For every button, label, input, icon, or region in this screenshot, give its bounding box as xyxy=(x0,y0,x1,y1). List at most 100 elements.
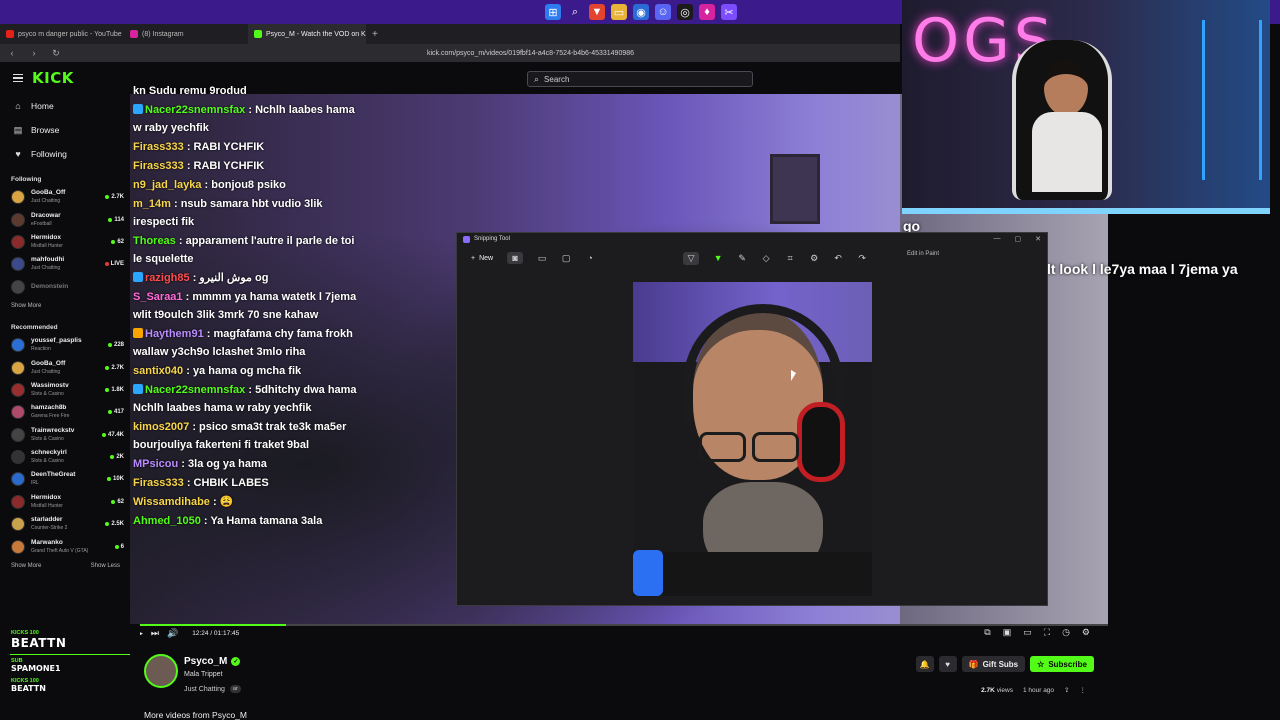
crop-icon[interactable]: ⌗ xyxy=(785,253,795,264)
reload-icon[interactable]: ↻ xyxy=(50,48,62,59)
tab-youtube[interactable]: psyco m danger public - YouTube xyxy=(0,24,124,44)
sidebar-channel[interactable]: DeenTheGreat IRL 10K xyxy=(0,468,130,490)
kick-logo[interactable]: KICK xyxy=(32,69,74,87)
theater-icon[interactable]: ▣ xyxy=(1003,627,1012,638)
chat-username[interactable]: Thoreas xyxy=(133,235,176,247)
show-more-button[interactable]: Show More xyxy=(11,303,41,309)
highlighter-icon[interactable]: ▼ xyxy=(713,253,723,263)
new-tab-icon[interactable]: + xyxy=(366,29,384,40)
sidebar-channel[interactable]: Trainwreckstv Slots & Casino 47.4K xyxy=(0,424,130,446)
sidebar-channel[interactable]: Wassimostv Slots & Casino 1.8K xyxy=(0,379,130,401)
ballpoint-pen-icon[interactable]: ▽ xyxy=(683,251,700,265)
show-more-button-2[interactable]: Show More xyxy=(11,563,41,569)
delay-icon[interactable]: ◔ xyxy=(585,253,595,263)
app-icon[interactable]: ♦ xyxy=(699,4,715,20)
chat-message: Firass333 : RABI YCHFIK xyxy=(133,157,361,176)
sidebar-channel[interactable]: mahfoudhi Just Chatting LIVE xyxy=(0,253,130,275)
menu-icon[interactable] xyxy=(13,73,23,83)
chat-username[interactable]: Nacer22snemnsfax xyxy=(145,104,245,116)
sidebar-channel[interactable]: Marwanko Grand Theft Auto V (GTA) 6 xyxy=(0,535,130,557)
chat-username[interactable]: n9_jad_layka xyxy=(133,179,202,191)
gift-subs-button[interactable]: 🎁 Gift Subs xyxy=(961,656,1026,672)
close-icon[interactable]: ✕ xyxy=(1035,235,1041,243)
discord-icon[interactable]: ☺ xyxy=(655,4,671,20)
taskbar-search-icon[interactable]: ⌕ xyxy=(567,4,583,20)
chat-username[interactable]: Firass333 xyxy=(133,477,184,489)
eraser-icon[interactable]: ✎ xyxy=(737,253,747,264)
sidebar-channel[interactable]: GooBa_Off Just Chatting 2.7K xyxy=(0,356,130,378)
sidebar-channel[interactable]: GooBa_Off Just Chatting 2.7K xyxy=(0,186,130,208)
tab-instagram[interactable]: (8) Instagram xyxy=(124,24,248,44)
category-link[interactable]: Just Chatting xyxy=(184,686,225,693)
show-less-button[interactable]: Show Less xyxy=(91,563,120,569)
notification-bell-button[interactable]: 🔔 xyxy=(915,656,934,672)
snipping-tool-window[interactable]: Snipping Tool — ▢ ✕ + New ◙ ▭ ▢ ◔ ▽ ▼ ✎ ◇… xyxy=(456,232,1048,606)
viewer-number: 2.7K xyxy=(111,364,124,371)
sidebar-item-following[interactable]: ♥ Following xyxy=(0,142,130,166)
settings-gear-icon[interactable]: ⚙ xyxy=(1082,627,1090,638)
sidebar-channel[interactable]: schneckyirl Slots & Casino 2K xyxy=(0,446,130,468)
more-options-icon[interactable]: ⋮ xyxy=(1080,686,1087,694)
obs-icon[interactable]: ◎ xyxy=(677,4,693,20)
forward-icon[interactable]: › xyxy=(28,48,40,58)
redo-icon[interactable]: ↷ xyxy=(857,253,867,264)
volume-icon[interactable]: 🔊 xyxy=(167,628,178,639)
search-input[interactable] xyxy=(544,74,725,84)
chat-username[interactable]: MPsicou xyxy=(133,458,178,470)
channel-name: mahfoudhi xyxy=(31,256,65,264)
minimize-icon[interactable]: — xyxy=(994,235,1001,243)
chat-username[interactable]: Ahmed_1050 xyxy=(133,515,201,527)
chat-username[interactable]: m_14m xyxy=(133,198,171,210)
channel-text: DeenTheGreat IRL xyxy=(31,471,107,487)
snip-shape-icon[interactable]: ▢ xyxy=(561,253,571,264)
share-icon[interactable]: ⇪ xyxy=(1064,686,1069,694)
fullscreen-icon[interactable]: ⛶ xyxy=(1044,627,1050,638)
url-field[interactable]: kick.com/psyco_m/videos/019fbf14-a4c8-75… xyxy=(427,50,634,57)
maximize-icon[interactable]: ▢ xyxy=(1015,235,1022,243)
sidebar-channel[interactable]: hamzach8b Garena Free Fire 417 xyxy=(0,401,130,423)
chat-username[interactable]: razigh85 xyxy=(145,272,190,284)
progress-bar[interactable] xyxy=(130,624,1108,626)
channel-name[interactable]: Psyco_M ✓ xyxy=(184,656,241,667)
sidebar-channel[interactable]: Demonstein xyxy=(0,276,130,298)
new-snip-button[interactable]: + New xyxy=(471,255,493,262)
sidebar-channel[interactable]: Hermidox Mistfall Hunter 62 xyxy=(0,491,130,513)
chat-username[interactable]: Wissamdihabe xyxy=(133,496,210,508)
sidebar-item-browse[interactable]: ▤ Browse xyxy=(0,118,130,142)
edit-in-paint-button[interactable]: Edit in Paint xyxy=(907,251,939,257)
avatar[interactable] xyxy=(144,654,178,688)
skip-icon[interactable]: ⏭ xyxy=(151,628,159,639)
sidebar-channel[interactable]: Hermidox Mistfall Hunter 62 xyxy=(0,231,130,253)
sidebar-item-home[interactable]: ⌂ Home xyxy=(0,94,130,118)
snipping-tool-taskbar-icon[interactable]: ✂ xyxy=(721,4,737,20)
brave-browser-icon[interactable]: ▼ xyxy=(589,4,605,20)
instagram-favicon-icon xyxy=(130,30,138,38)
back-icon[interactable]: ‹ xyxy=(6,48,18,58)
sidebar-channel[interactable]: starladder Counter-Strike 2 2.5K xyxy=(0,513,130,535)
search-box[interactable]: ⌕ xyxy=(527,71,753,87)
subscribe-button[interactable]: ☆ Subscribe xyxy=(1030,656,1094,672)
undo-icon[interactable]: ↶ xyxy=(833,253,843,264)
avatar xyxy=(11,234,25,249)
chat-username[interactable]: santix040 xyxy=(133,365,183,377)
chat-username[interactable]: kimos2007 xyxy=(133,421,189,433)
clip-icon[interactable]: ⧉ xyxy=(984,627,990,638)
sidebar-channel[interactable]: youssef_pasplis Reaction 228 xyxy=(0,334,130,356)
chat-username[interactable]: Firass333 xyxy=(133,160,184,172)
follow-button[interactable]: ♥ xyxy=(938,656,957,672)
screenshot-mode-icon[interactable]: ◙ xyxy=(507,252,524,264)
chat-username[interactable]: Nacer22snemnsfax xyxy=(145,384,245,396)
tab-kick[interactable]: Psyco_M - Watch the VOD on K ✕ xyxy=(248,24,366,44)
sidebar-channel[interactable]: Dracowar eFootball 114 xyxy=(0,208,130,230)
windows-start-icon[interactable]: ⊞ xyxy=(545,4,561,20)
steam-icon[interactable]: ◉ xyxy=(633,4,649,20)
speed-icon[interactable]: ◷ xyxy=(1062,627,1070,638)
shapes-icon[interactable]: ◇ xyxy=(761,253,771,264)
pip-icon[interactable]: ▭ xyxy=(1023,627,1032,638)
file-explorer-icon[interactable]: ▭ xyxy=(611,4,627,20)
video-mode-icon[interactable]: ▭ xyxy=(537,253,547,264)
text-actions-icon[interactable]: ⚙ xyxy=(809,253,819,264)
chat-username[interactable]: Haythem91 xyxy=(145,328,204,340)
chat-username[interactable]: S_Saraa1 xyxy=(133,291,183,303)
chat-username[interactable]: Firass333 xyxy=(133,141,184,153)
